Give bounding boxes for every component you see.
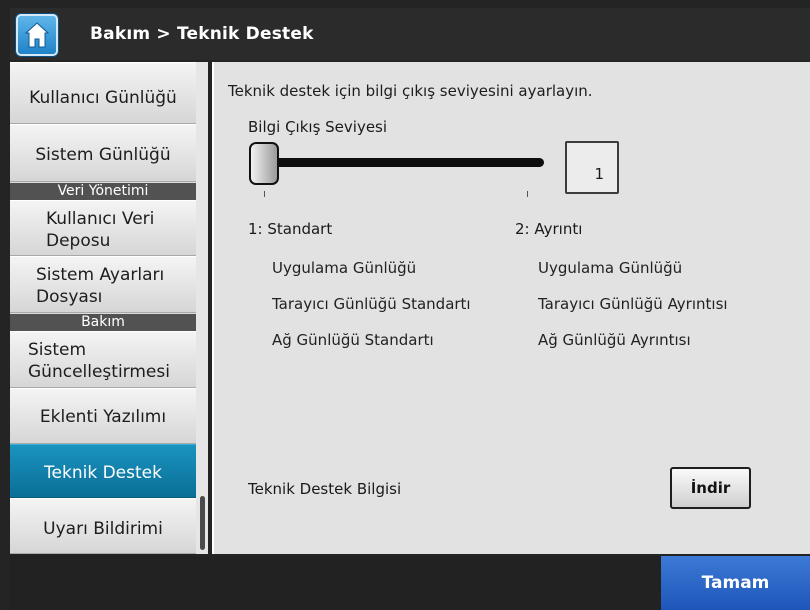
sidebar-item-label: Dosyası	[36, 287, 103, 307]
slider-tick-1	[264, 191, 265, 197]
level-standard-item: Ağ Günlüğü Standartı	[272, 331, 434, 349]
home-button[interactable]	[16, 14, 58, 56]
sidebar-item-alert-notification[interactable]: Uyarı Bildirimi	[10, 498, 196, 554]
sidebar-item-label: Güncelleştirmesi	[28, 362, 170, 382]
sidebar-item-label: Eklenti Yazılımı	[39, 407, 167, 427]
level-standard-item: Tarayıcı Günlüğü Standartı	[272, 295, 471, 313]
sidebar-item-label: Uyarı Bildirimi	[43, 519, 163, 539]
sidebar-item-label: Deposu	[46, 231, 111, 251]
sidebar-item-system-log[interactable]: Sistem Günlüğü	[10, 124, 196, 182]
section-header-maintenance: Bakım	[10, 314, 196, 331]
output-level-label: Bilgi Çıkış Seviyesi	[248, 118, 388, 136]
sidebar-item-label: Kullanıcı Günlüğü	[29, 88, 177, 108]
download-button[interactable]: İndir	[670, 467, 751, 509]
page-description: Teknik destek için bilgi çıkış seviyesin…	[228, 82, 593, 100]
sidebar-item-system-settings-file[interactable]: Sistem Ayarları Dosyası	[10, 256, 196, 313]
page-title: Bakım > Teknik Destek	[90, 24, 314, 44]
sidebar-item-label: Sistem	[28, 340, 87, 360]
level-standard-item: Uygulama Günlüğü	[272, 259, 417, 277]
sidebar-item-label: Sistem Günlüğü	[35, 145, 171, 165]
level-detail-item: Tarayıcı Günlüğü Ayrıntısı	[538, 295, 728, 313]
sidebar-item-system-update[interactable]: Sistem Güncelleştirmesi	[10, 331, 196, 388]
sidebar-scroll-thumb[interactable]	[200, 496, 205, 550]
sidebar-item-user-data-storage[interactable]: Kullanıcı Veri Deposu	[10, 200, 196, 256]
level-detail-title: 2: Ayrıntı	[515, 220, 583, 238]
title-bar: Bakım > Teknik Destek	[10, 8, 810, 60]
sidebar-item-technical-support[interactable]: Teknik Destek	[10, 444, 196, 498]
output-level-slider-thumb[interactable]	[249, 142, 279, 185]
level-detail-item: Ağ Günlüğü Ayrıntısı	[538, 331, 691, 349]
sidebar-item-label: Kullanıcı Veri	[46, 209, 155, 229]
section-header-data-management: Veri Yönetimi	[10, 183, 196, 200]
sidebar-item-plugin-software[interactable]: Eklenti Yazılımı	[10, 388, 196, 444]
level-standard-title: 1: Standart	[248, 220, 333, 238]
support-info-label: Teknik Destek Bilgisi	[248, 480, 402, 498]
output-level-value: 1	[565, 141, 619, 194]
output-level-slider-track[interactable]	[268, 158, 544, 167]
home-icon	[24, 22, 50, 48]
ok-button[interactable]: Tamam	[661, 556, 810, 610]
slider-tick-2	[527, 191, 528, 197]
sidebar-item-user-log[interactable]: Kullanıcı Günlüğü	[10, 62, 196, 124]
sidebar-item-label: Teknik Destek	[44, 463, 162, 483]
sidebar-item-label: Sistem Ayarları	[36, 265, 165, 285]
sidebar-scrollbar[interactable]	[196, 62, 208, 554]
level-detail-item: Uygulama Günlüğü	[538, 259, 683, 277]
